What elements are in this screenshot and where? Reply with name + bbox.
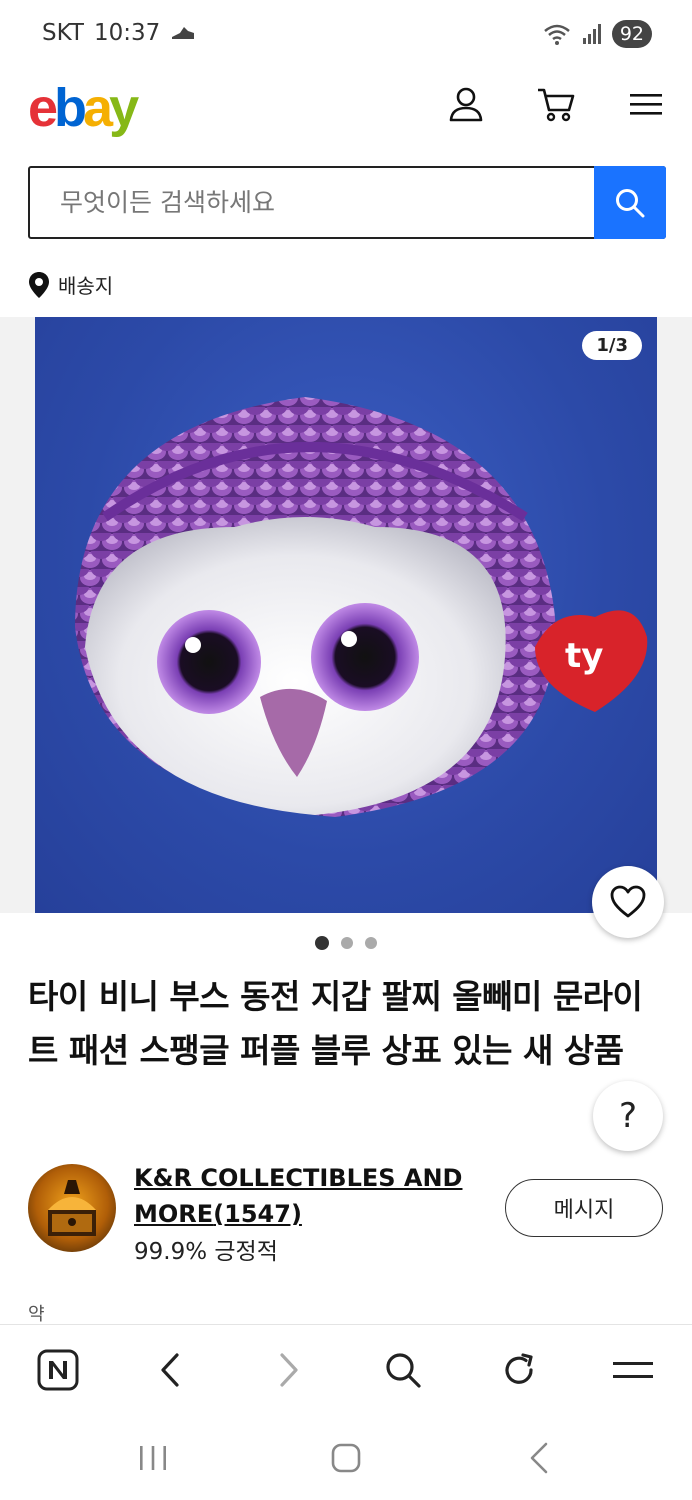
seller-feedback-count: (1547) — [213, 1200, 302, 1228]
carousel-dot[interactable] — [315, 936, 329, 950]
image-counter: 1/3 — [582, 331, 642, 360]
search-input[interactable] — [30, 168, 594, 237]
system-back-icon[interactable] — [520, 1438, 560, 1478]
clock: 10:37 — [93, 20, 161, 46]
reload-icon — [505, 1353, 533, 1384]
home-icon[interactable] — [326, 1438, 366, 1478]
menu-icon — [613, 1362, 653, 1378]
ship-to-label: 배송지 — [58, 274, 114, 298]
cutoff-text: 약 — [28, 1304, 45, 1325]
carousel-dot[interactable] — [341, 937, 353, 949]
menu-icon[interactable] — [626, 84, 666, 124]
search-button[interactable] — [594, 166, 666, 239]
carrier: SKT — [42, 20, 84, 46]
status-bar: SKT 10:37 92 — [0, 0, 692, 70]
listing-title: 타이 비니 부스 동전 지갑 팔찌 올빼미 문라이트 패션 스팽글 퍼플 블루 … — [28, 977, 643, 1070]
search-bar — [28, 166, 666, 239]
system-navigation-bar — [0, 1416, 692, 1500]
chevron-left-icon — [161, 1353, 179, 1387]
browser-toolbar — [0, 1324, 692, 1416]
ship-to[interactable]: 배송지 — [28, 270, 113, 299]
reload-button[interactable] — [496, 1347, 542, 1393]
seller-info: K&R COLLECTIBLES AND MORE(1547) 99.9% 긍정… — [28, 1160, 668, 1265]
browser-menu-button[interactable] — [610, 1347, 656, 1393]
carousel-dot[interactable] — [365, 937, 377, 949]
signal-icon — [582, 24, 601, 44]
treasure-chest-icon — [48, 1180, 96, 1236]
ebay-logo[interactable]: ebay — [28, 78, 139, 138]
svg-text:ty: ty — [565, 636, 603, 676]
wifi-icon — [544, 24, 570, 45]
seller-avatar[interactable] — [28, 1164, 116, 1252]
carousel-dots — [0, 936, 692, 950]
notification-icon — [172, 27, 195, 39]
battery-indicator: 92 — [611, 20, 652, 48]
naver-home-button[interactable] — [35, 1347, 81, 1393]
owl-purse-illustration: ty — [75, 397, 648, 817]
user-icon[interactable] — [446, 84, 486, 124]
help-button[interactable]: ? — [593, 1081, 663, 1151]
image-gallery[interactable]: ty 1/3 — [0, 317, 692, 913]
watch-button[interactable] — [592, 866, 664, 938]
app-header: ebay — [0, 70, 692, 150]
status-left: SKT 10:37 — [42, 20, 196, 46]
chevron-right-icon — [280, 1353, 298, 1387]
location-pin-icon — [29, 271, 49, 298]
heart-icon — [610, 885, 646, 918]
search-icon — [386, 1353, 421, 1388]
search-icon — [616, 188, 645, 217]
seller-rating: 99.9% 긍정적 — [134, 1239, 278, 1265]
recent-apps-icon[interactable] — [133, 1438, 173, 1478]
message-button[interactable]: 메시지 — [505, 1179, 663, 1237]
forward-button[interactable] — [265, 1347, 311, 1393]
seller-name-link[interactable]: K&R COLLECTIBLES AND MORE(1547) — [134, 1160, 464, 1232]
cart-icon[interactable] — [536, 84, 576, 124]
back-button[interactable] — [148, 1347, 194, 1393]
question-mark-icon: ? — [618, 1096, 638, 1136]
naver-n-icon — [37, 1349, 79, 1391]
browser-search-button[interactable] — [380, 1347, 426, 1393]
product-image[interactable]: ty 1/3 — [35, 317, 657, 913]
status-right: 92 — [542, 20, 652, 48]
